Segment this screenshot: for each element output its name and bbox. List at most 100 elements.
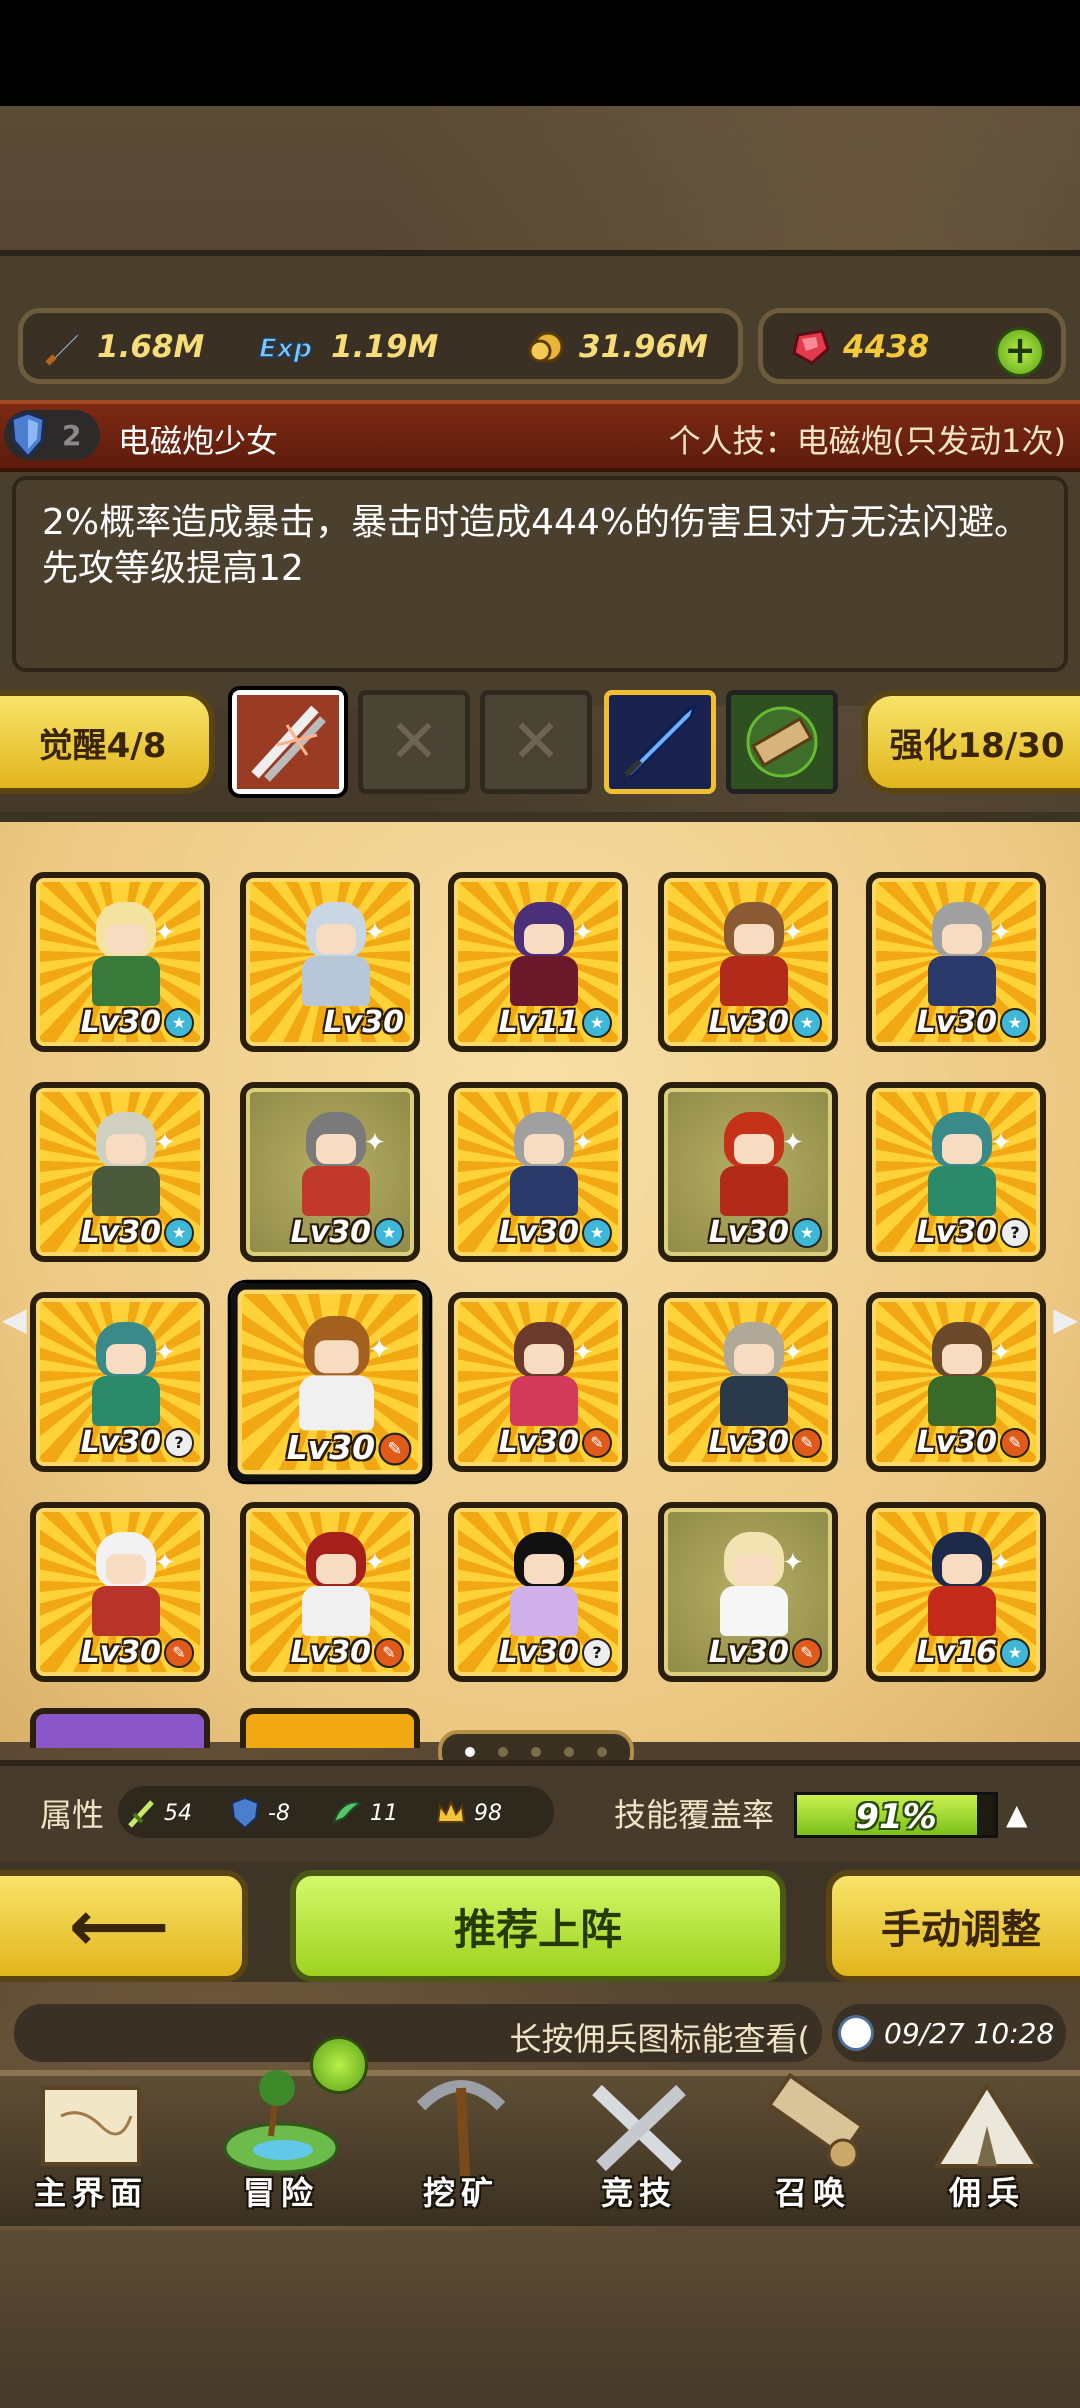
partial-hero-card [240, 1708, 420, 1748]
gem-bar: 4438 + [758, 308, 1066, 384]
hero-level: Lv11 ★ [499, 1005, 612, 1040]
hero-card[interactable]: ✦ Lv11 ★ [448, 872, 628, 1052]
hero-card[interactable]: ✦ Lv30 ✎ [448, 1292, 628, 1472]
hero-card[interactable]: ✦ Lv30 ✎ [866, 1292, 1046, 1472]
attr-attack: 54 [124, 1796, 192, 1830]
gem-value: 4438 [843, 329, 930, 365]
hero-card[interactable]: ✦ Lv30 ★ [30, 872, 210, 1052]
hero-avatar-body [299, 1375, 374, 1431]
sparkle-icon: ✦ [154, 1128, 176, 1158]
star-badge-icon: ★ [792, 1217, 822, 1248]
equip-slot-empty-1[interactable]: ✕ [358, 690, 470, 794]
sparkle-icon: ✦ [572, 1128, 594, 1158]
hero-level-text: Lv30 [708, 1425, 789, 1460]
coverage-bar: 91% [794, 1792, 998, 1838]
sparkle-icon: ✦ [572, 918, 594, 948]
hero-card[interactable]: ✦ Lv30? [30, 1292, 210, 1472]
hero-avatar-body [92, 1376, 160, 1426]
question-badge-icon: ? [164, 1427, 194, 1458]
hero-card[interactable]: ✦ Lv30 ✎ [231, 1283, 429, 1481]
equip-slot-empty-2[interactable]: ✕ [480, 690, 592, 794]
nav-main[interactable]: 主界面 [6, 2066, 176, 2224]
equip-slot-weapon-selected[interactable] [232, 690, 344, 794]
hero-card[interactable]: ✦ Lv30 ★ [448, 1082, 628, 1262]
hero-level: Lv30 ✎ [81, 1635, 194, 1670]
nav-mercenary[interactable]: 佣兵 [902, 2066, 1072, 2224]
enhance-button[interactable]: 强化18/30 [862, 690, 1080, 794]
expand-up-icon[interactable]: ▲ [1006, 1798, 1028, 1831]
shield-icon [230, 1796, 260, 1830]
hero-card[interactable]: ✦ Lv30 ★ [658, 872, 838, 1052]
shield-icon [10, 411, 46, 459]
arrow-left-icon[interactable]: ◀ [2, 1300, 27, 1338]
clock-icon [838, 2015, 874, 2051]
hero-level: Lv30 ✎ [709, 1425, 822, 1460]
hero-avatar-body [720, 1376, 788, 1426]
nav-label: 主界面 [33, 2174, 148, 2212]
hero-level: Lv30 ✎ [499, 1425, 612, 1460]
page-dot[interactable] [596, 1747, 607, 1757]
arrow-right-icon[interactable]: ▶ [1053, 1300, 1078, 1338]
equip-slot-sword[interactable] [604, 690, 716, 794]
hero-level: Lv30 ★ [81, 1005, 194, 1040]
hero-card[interactable]: ✦ Lv30 ✎ [658, 1292, 838, 1472]
red-badge-icon: ✎ [1000, 1427, 1030, 1458]
bottom-background [0, 2230, 1080, 2408]
red-badge-icon: ✎ [164, 1637, 194, 1668]
hero-card[interactable]: ✦ Lv30 ✎ [658, 1502, 838, 1682]
page-dot[interactable] [498, 1747, 509, 1757]
hero-avatar-face [524, 1344, 564, 1374]
manual-adjust-button[interactable]: 手动调整 [826, 1870, 1080, 1982]
hero-card[interactable]: ✦ Lv30 ★ [658, 1082, 838, 1262]
page-dot[interactable] [563, 1747, 574, 1757]
sparkle-icon: ✦ [154, 1548, 176, 1578]
red-badge-icon: ✎ [792, 1427, 822, 1458]
partial-hero-card [30, 1708, 210, 1748]
leaf-sword-icon [128, 1800, 154, 1828]
skill-description-box: 2%概率造成暴击，暴击时造成444%的伤害且对方无法闪避。先攻等级提高12 [12, 476, 1068, 672]
star-badge-icon: ★ [164, 1007, 194, 1038]
hero-card[interactable]: ✦ Lv30 [240, 872, 420, 1052]
page-dot[interactable] [530, 1747, 541, 1757]
coin-icon [523, 327, 569, 367]
nav-summon[interactable]: 召唤 [728, 2066, 898, 2224]
hero-level-text: Lv30 [290, 1635, 371, 1670]
hero-level-text: Lv30 [916, 1215, 997, 1250]
add-gems-button[interactable]: + [995, 327, 1045, 377]
sparkle-icon: ✦ [364, 918, 386, 948]
hero-card[interactable]: ✦ Lv30? [448, 1502, 628, 1682]
sparkle-icon: ✦ [364, 1548, 386, 1578]
tent-icon [917, 2066, 1057, 2184]
hero-avatar-face [524, 1134, 564, 1164]
attr-crown: 98 [434, 1796, 502, 1830]
star-badge-icon: ★ [582, 1217, 612, 1248]
hero-avatar-body [302, 956, 370, 1006]
hero-card[interactable]: ✦ Lv30 ★ [30, 1082, 210, 1262]
recommend-button[interactable]: 推荐上阵 [290, 1870, 786, 1982]
hero-card[interactable]: ✦ Lv30? [866, 1082, 1046, 1262]
nav-mining[interactable]: 挖矿 [376, 2066, 546, 2224]
attack-value: 1.68M [97, 329, 205, 365]
hero-card[interactable]: ✦ Lv30 ✎ [240, 1502, 420, 1682]
cross-icon: ✕ [510, 707, 562, 777]
back-button[interactable]: ⟵ [0, 1870, 248, 1982]
hero-avatar-body [928, 956, 996, 1006]
hero-level: Lv16 ★ [917, 1635, 1030, 1670]
hero-avatar-face [316, 1554, 356, 1584]
star-badge-icon: ★ [582, 1007, 612, 1038]
hero-level: Lv30? [81, 1425, 194, 1460]
hero-card[interactable]: ✦ Lv30 ★ [866, 872, 1046, 1052]
awaken-button[interactable]: 觉醒4/8 [0, 690, 215, 794]
hero-card[interactable]: ✦ Lv16 ★ [866, 1502, 1046, 1682]
page-dot[interactable] [465, 1747, 476, 1757]
ticker-text: 长按佣兵图标能查看( [509, 2020, 811, 2058]
hero-avatar-body [928, 1166, 996, 1216]
hero-level: Lv30 ★ [81, 1215, 194, 1250]
hero-avatar-body [92, 1586, 160, 1636]
hero-card[interactable]: ✦ Lv30 ★ [240, 1082, 420, 1262]
equip-slot-scroll[interactable] [726, 690, 838, 794]
hero-card[interactable]: ✦ Lv30 ✎ [30, 1502, 210, 1682]
hero-level-text: Lv30 [708, 1215, 789, 1250]
hero-avatar-face [106, 1554, 146, 1584]
nav-arena[interactable]: 竞技 [554, 2066, 724, 2224]
